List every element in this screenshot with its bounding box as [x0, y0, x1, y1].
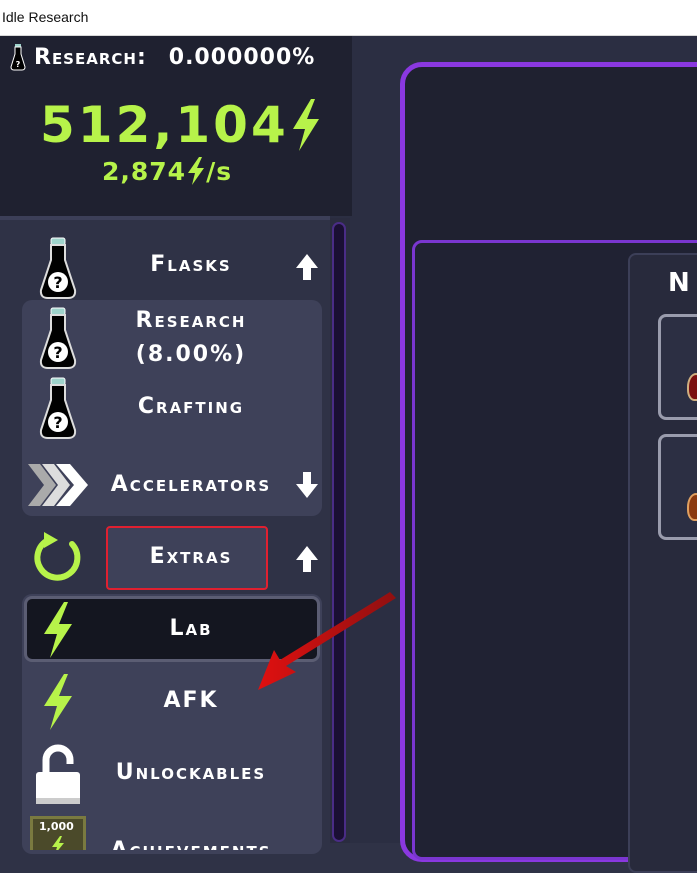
sidebar-item-label: Research — [135, 308, 247, 333]
sidebar-item-unlockables[interactable]: Unlockables — [0, 738, 330, 810]
item-slot[interactable] — [658, 434, 697, 540]
lock-icon — [36, 744, 80, 804]
sidebar-item-achievements[interactable]: 1,000 Achievements — [0, 810, 330, 850]
lightning-icon — [292, 99, 319, 151]
energy-rate: 2,874 /s — [102, 156, 232, 186]
rate-value: 2,874 — [102, 156, 187, 186]
arrow-up-icon[interactable] — [294, 252, 320, 282]
sidebar-scrollbar[interactable] — [332, 222, 346, 842]
sidebar-item-crafting[interactable]: ? Crafting — [0, 376, 330, 448]
energy-total: 512,104 — [40, 96, 323, 154]
svg-text:?: ? — [53, 343, 62, 362]
gem-icon — [687, 373, 697, 401]
sidebar-item-accelerators[interactable]: Accelerators — [0, 448, 330, 520]
flask-icon: ? — [10, 44, 26, 71]
research-label: Research: — [34, 44, 147, 70]
chevrons-icon — [28, 464, 88, 506]
sidebar-item-flasks[interactable]: ? Flasks — [0, 232, 330, 304]
badge-icon: 1,000 — [30, 816, 86, 850]
sidebar-item-label: Crafting — [137, 394, 245, 419]
game-area: ? Research: 0.000000% 512,104 2,874 /s ?… — [0, 36, 697, 873]
sidebar-item-label: Accelerators — [110, 472, 272, 497]
stats-panel: ? Research: 0.000000% 512,104 2,874 /s — [0, 36, 352, 216]
subpanel-title: N — [668, 268, 690, 298]
sidebar-item-label: Extras — [149, 544, 233, 569]
sidebar-item-research[interactable]: ? Research (8.00%) — [0, 304, 330, 376]
flask-icon: ? — [39, 307, 77, 369]
rate-unit: /s — [206, 156, 233, 186]
window-titlebar: Idle Research — [0, 0, 697, 36]
window-title: Idle Research — [2, 9, 89, 25]
sidebar-item-extras[interactable]: Extras — [0, 522, 330, 594]
sidebar-item-label: Unlockables — [115, 760, 267, 785]
flask-icon: ? — [39, 377, 77, 439]
arrow-up-icon[interactable] — [294, 544, 320, 574]
sidebar-item-label: Achievements — [96, 838, 286, 850]
refresh-icon — [34, 532, 81, 581]
lightning-icon — [44, 674, 72, 730]
sidebar-nav: ? Flasks ? Research (8.00%) ? Crafting A… — [0, 216, 330, 854]
sidebar-item-lab[interactable]: Lab — [0, 594, 330, 666]
research-percent: (8.00%) — [135, 342, 247, 367]
item-slot[interactable] — [658, 314, 697, 420]
sidebar-item-afk[interactable]: AFK — [0, 666, 330, 738]
sidebar-item-label: Lab — [169, 616, 213, 641]
svg-text:?: ? — [16, 60, 21, 69]
gem-icon — [687, 493, 697, 521]
lightning-icon — [188, 157, 205, 185]
energy-value: 512,104 — [40, 96, 289, 154]
svg-text:?: ? — [53, 273, 62, 292]
svg-text:?: ? — [53, 413, 62, 432]
sidebar-item-label: Flasks — [150, 252, 232, 277]
badge-count: 1,000 — [39, 820, 74, 833]
research-value: 0.000000% — [168, 44, 316, 70]
lightning-icon — [44, 602, 72, 658]
arrow-down-icon[interactable] — [294, 470, 320, 500]
flask-icon: ? — [39, 237, 77, 299]
sidebar-item-label: AFK — [163, 688, 219, 713]
research-progress-row: ? Research: 0.000000% — [10, 40, 315, 74]
